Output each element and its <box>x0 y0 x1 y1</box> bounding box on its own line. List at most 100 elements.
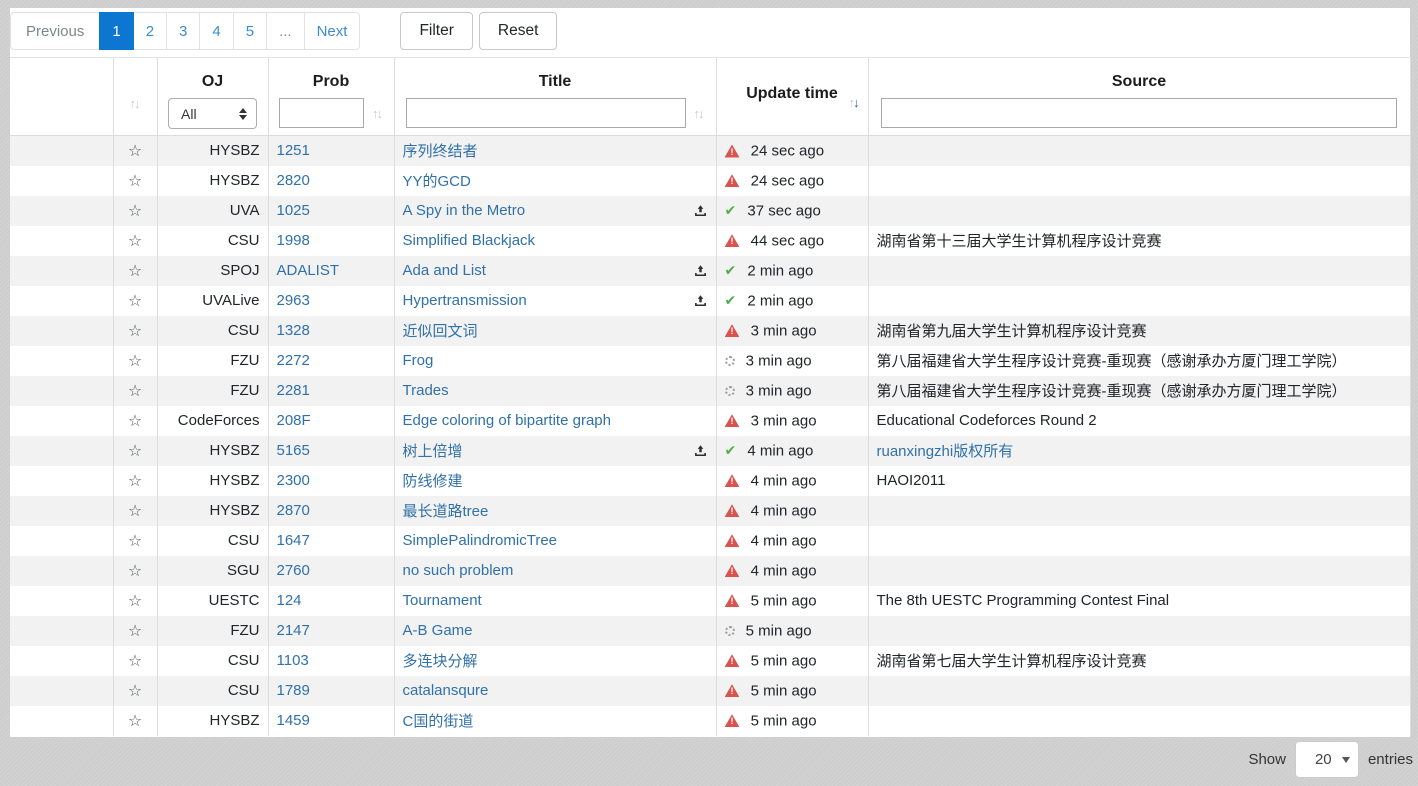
reset-button[interactable]: Reset <box>479 12 558 50</box>
pagination-page-3[interactable]: 3 <box>166 12 200 50</box>
problem-title-link[interactable]: Frog <box>403 352 434 369</box>
title-filter-input[interactable] <box>406 98 686 128</box>
problem-id-link[interactable]: 1459 <box>277 712 310 729</box>
problem-id-link[interactable]: 2147 <box>277 622 310 639</box>
problem-id-link[interactable]: ADALIST <box>277 262 340 279</box>
problem-title-link[interactable]: YY的GCD <box>403 170 471 191</box>
problem-id-link[interactable]: 1789 <box>277 682 310 699</box>
problem-title-link[interactable]: Ada and List <box>403 262 486 279</box>
favorite-star-icon[interactable] <box>128 563 142 580</box>
favorite-star-icon[interactable] <box>128 533 142 550</box>
upload-icon[interactable] <box>693 203 708 218</box>
pagination-previous[interactable]: Previous <box>10 12 100 50</box>
upload-icon[interactable] <box>693 263 708 278</box>
problem-id-link[interactable]: 2281 <box>277 382 310 399</box>
upload-icon[interactable] <box>693 443 708 458</box>
problem-id-link[interactable]: 1251 <box>277 142 310 159</box>
pagination-ellipsis[interactable]: ... <box>266 12 305 50</box>
problem-id-link[interactable]: 208F <box>277 412 311 429</box>
problem-title-link[interactable]: 近似回文词 <box>403 320 478 341</box>
problem-title-link[interactable]: no such problem <box>403 562 514 579</box>
update-time-text: 4 min ago <box>751 472 817 489</box>
prob-filter-input[interactable] <box>279 98 364 128</box>
update-time-text: 24 sec ago <box>751 143 824 160</box>
favorite-star-icon[interactable] <box>128 683 142 700</box>
page-size-select[interactable]: 20 <box>1295 741 1359 778</box>
problem-id-link[interactable]: 1328 <box>277 322 310 339</box>
problem-id-link[interactable]: 5165 <box>277 442 310 459</box>
problem-title-link[interactable]: catalansqure <box>403 682 489 699</box>
problem-id-link[interactable]: 1998 <box>277 232 310 249</box>
problem-id-link[interactable]: 2760 <box>277 562 310 579</box>
problem-id-link[interactable]: 2870 <box>277 502 310 519</box>
problem-title-link[interactable]: SimplePalindromicTree <box>403 532 558 549</box>
favorite-star-icon[interactable] <box>128 593 142 610</box>
sort-toggle-update-time[interactable] <box>849 95 860 110</box>
sort-toggle-title[interactable] <box>694 106 705 121</box>
favorite-star-icon[interactable] <box>128 143 142 160</box>
favorite-star-icon[interactable] <box>128 413 142 430</box>
pagination-page-1[interactable]: 1 <box>99 12 133 50</box>
oj-name: SPOJ <box>157 256 268 286</box>
favorite-star-icon[interactable] <box>128 233 142 250</box>
pagination-next[interactable]: Next <box>304 12 361 50</box>
check-icon <box>725 202 737 219</box>
oj-name: CSU <box>157 676 268 706</box>
table-row: SPOJ ADALIST Ada and List <box>10 256 1410 286</box>
favorite-star-icon[interactable] <box>128 443 142 460</box>
favorite-star-icon[interactable] <box>128 293 142 310</box>
favorite-star-icon[interactable] <box>128 713 142 730</box>
oj-name: FZU <box>157 346 268 376</box>
oj-name: FZU <box>157 376 268 406</box>
problem-title-link[interactable]: 树上倍增 <box>403 440 463 461</box>
problem-title-link[interactable]: 多连块分解 <box>403 650 478 671</box>
update-time-text: 44 sec ago <box>751 232 824 249</box>
upload-icon[interactable] <box>693 293 708 308</box>
favorite-star-icon[interactable] <box>128 473 142 490</box>
row-leading-cell <box>10 286 113 316</box>
problem-id-link[interactable]: 1647 <box>277 532 310 549</box>
problem-title-link[interactable]: Hypertransmission <box>403 292 527 309</box>
favorite-star-icon[interactable] <box>128 323 142 340</box>
pagination-page-2[interactable]: 2 <box>133 12 167 50</box>
source-link[interactable]: ruanxingzhi版权所有 <box>877 443 1014 460</box>
problem-title-link[interactable]: Tournament <box>403 592 482 609</box>
update-time-text: 5 min ago <box>751 712 817 729</box>
problem-title-link[interactable]: 防线修建 <box>403 470 463 491</box>
favorite-star-icon[interactable] <box>128 623 142 640</box>
pagination-page-5[interactable]: 5 <box>233 12 267 50</box>
problem-id-link[interactable]: 2820 <box>277 172 310 189</box>
favorite-star-icon[interactable] <box>128 653 142 670</box>
favorite-star-icon[interactable] <box>128 173 142 190</box>
problem-title-link[interactable]: Trades <box>403 382 449 399</box>
favorite-star-icon[interactable] <box>128 503 142 520</box>
problem-title-link[interactable]: 最长道路tree <box>403 500 489 521</box>
problem-title-link[interactable]: 序列终结者 <box>403 140 478 161</box>
source-filter-input[interactable] <box>881 98 1397 128</box>
favorite-star-icon[interactable] <box>128 263 142 280</box>
sort-toggle-prob[interactable] <box>372 106 383 121</box>
problem-id-link[interactable]: 2300 <box>277 472 310 489</box>
problem-id-link[interactable]: 2272 <box>277 352 310 369</box>
problem-title-link[interactable]: C国的街道 <box>403 710 474 731</box>
warning-icon <box>725 174 740 187</box>
row-leading-cell <box>10 256 113 286</box>
problem-id-link[interactable]: 124 <box>277 592 302 609</box>
problem-id-link[interactable]: 1025 <box>277 202 310 219</box>
row-leading-cell <box>10 376 113 406</box>
pagination-page-4[interactable]: 4 <box>199 12 233 50</box>
problem-title-link[interactable]: A-B Game <box>403 622 473 639</box>
problem-title-link[interactable]: Edge coloring of bipartite graph <box>403 412 611 429</box>
filter-button[interactable]: Filter <box>400 12 472 50</box>
problem-id-link[interactable]: 2963 <box>277 292 310 309</box>
favorite-star-icon[interactable] <box>128 353 142 370</box>
problem-title-link[interactable]: Simplified Blackjack <box>403 232 536 249</box>
problem-id-link[interactable]: 1103 <box>277 652 309 669</box>
problem-title-link[interactable]: A Spy in the Metro <box>403 202 526 219</box>
favorite-star-icon[interactable] <box>128 383 142 400</box>
oj-filter-select[interactable]: All <box>168 98 257 129</box>
favorite-star-icon[interactable] <box>128 203 142 220</box>
table-row: CodeForces 208F Edge coloring of biparti… <box>10 406 1410 436</box>
sort-toggle-favorite[interactable] <box>114 96 157 111</box>
oj-name: HYSBZ <box>157 436 268 466</box>
